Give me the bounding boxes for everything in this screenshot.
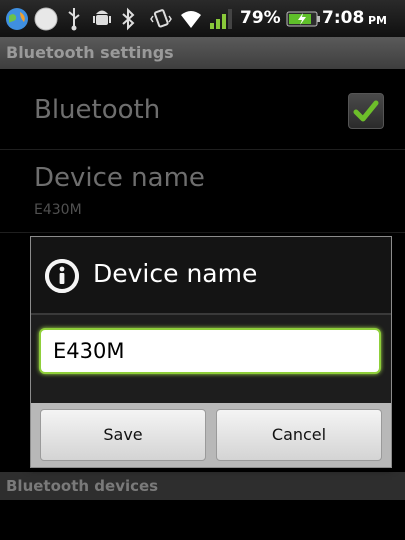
signal-icon (207, 6, 233, 30)
device-name-setting-value: E430M (34, 202, 82, 218)
clock-time: 7:08 (322, 8, 365, 28)
bluetooth-setting-label[interactable]: Bluetooth (34, 95, 160, 125)
device-name-setting-label[interactable]: Device name (34, 163, 205, 193)
wifi-icon (178, 6, 204, 30)
checkmark-icon (353, 100, 379, 122)
page-title: Bluetooth settings (6, 43, 174, 62)
vibrate-icon (150, 6, 172, 30)
status-circle-icon (33, 6, 59, 31)
save-button[interactable]: Save (40, 409, 206, 461)
divider (0, 232, 405, 233)
dialog-title: Device name (93, 259, 258, 288)
dialog-button-bar: Save Cancel (31, 403, 391, 467)
bluetooth-devices-header: Bluetooth devices (6, 477, 159, 495)
dialog-separator (31, 313, 391, 315)
device-name-dialog: Device name Save Cancel (30, 236, 392, 468)
battery-charging-icon (285, 6, 321, 30)
info-icon (45, 259, 79, 293)
bluetooth-icon (120, 6, 136, 31)
clock-ampm: PM (368, 14, 388, 27)
android-debug-icon (92, 6, 112, 30)
device-name-input[interactable] (41, 330, 379, 372)
dialog-header: Device name (31, 237, 391, 313)
title-bar: Bluetooth settings (0, 37, 405, 69)
device-name-input-frame (39, 328, 381, 374)
bluetooth-checkbox[interactable] (348, 93, 384, 129)
divider (0, 149, 405, 150)
usb-icon (66, 6, 82, 31)
status-bar: 79% 7:08 PM (0, 0, 405, 37)
battery-percent: 79% (240, 8, 281, 28)
section-header: Bluetooth devices (0, 472, 405, 500)
globe-icon (4, 6, 30, 30)
cancel-button[interactable]: Cancel (216, 409, 382, 461)
